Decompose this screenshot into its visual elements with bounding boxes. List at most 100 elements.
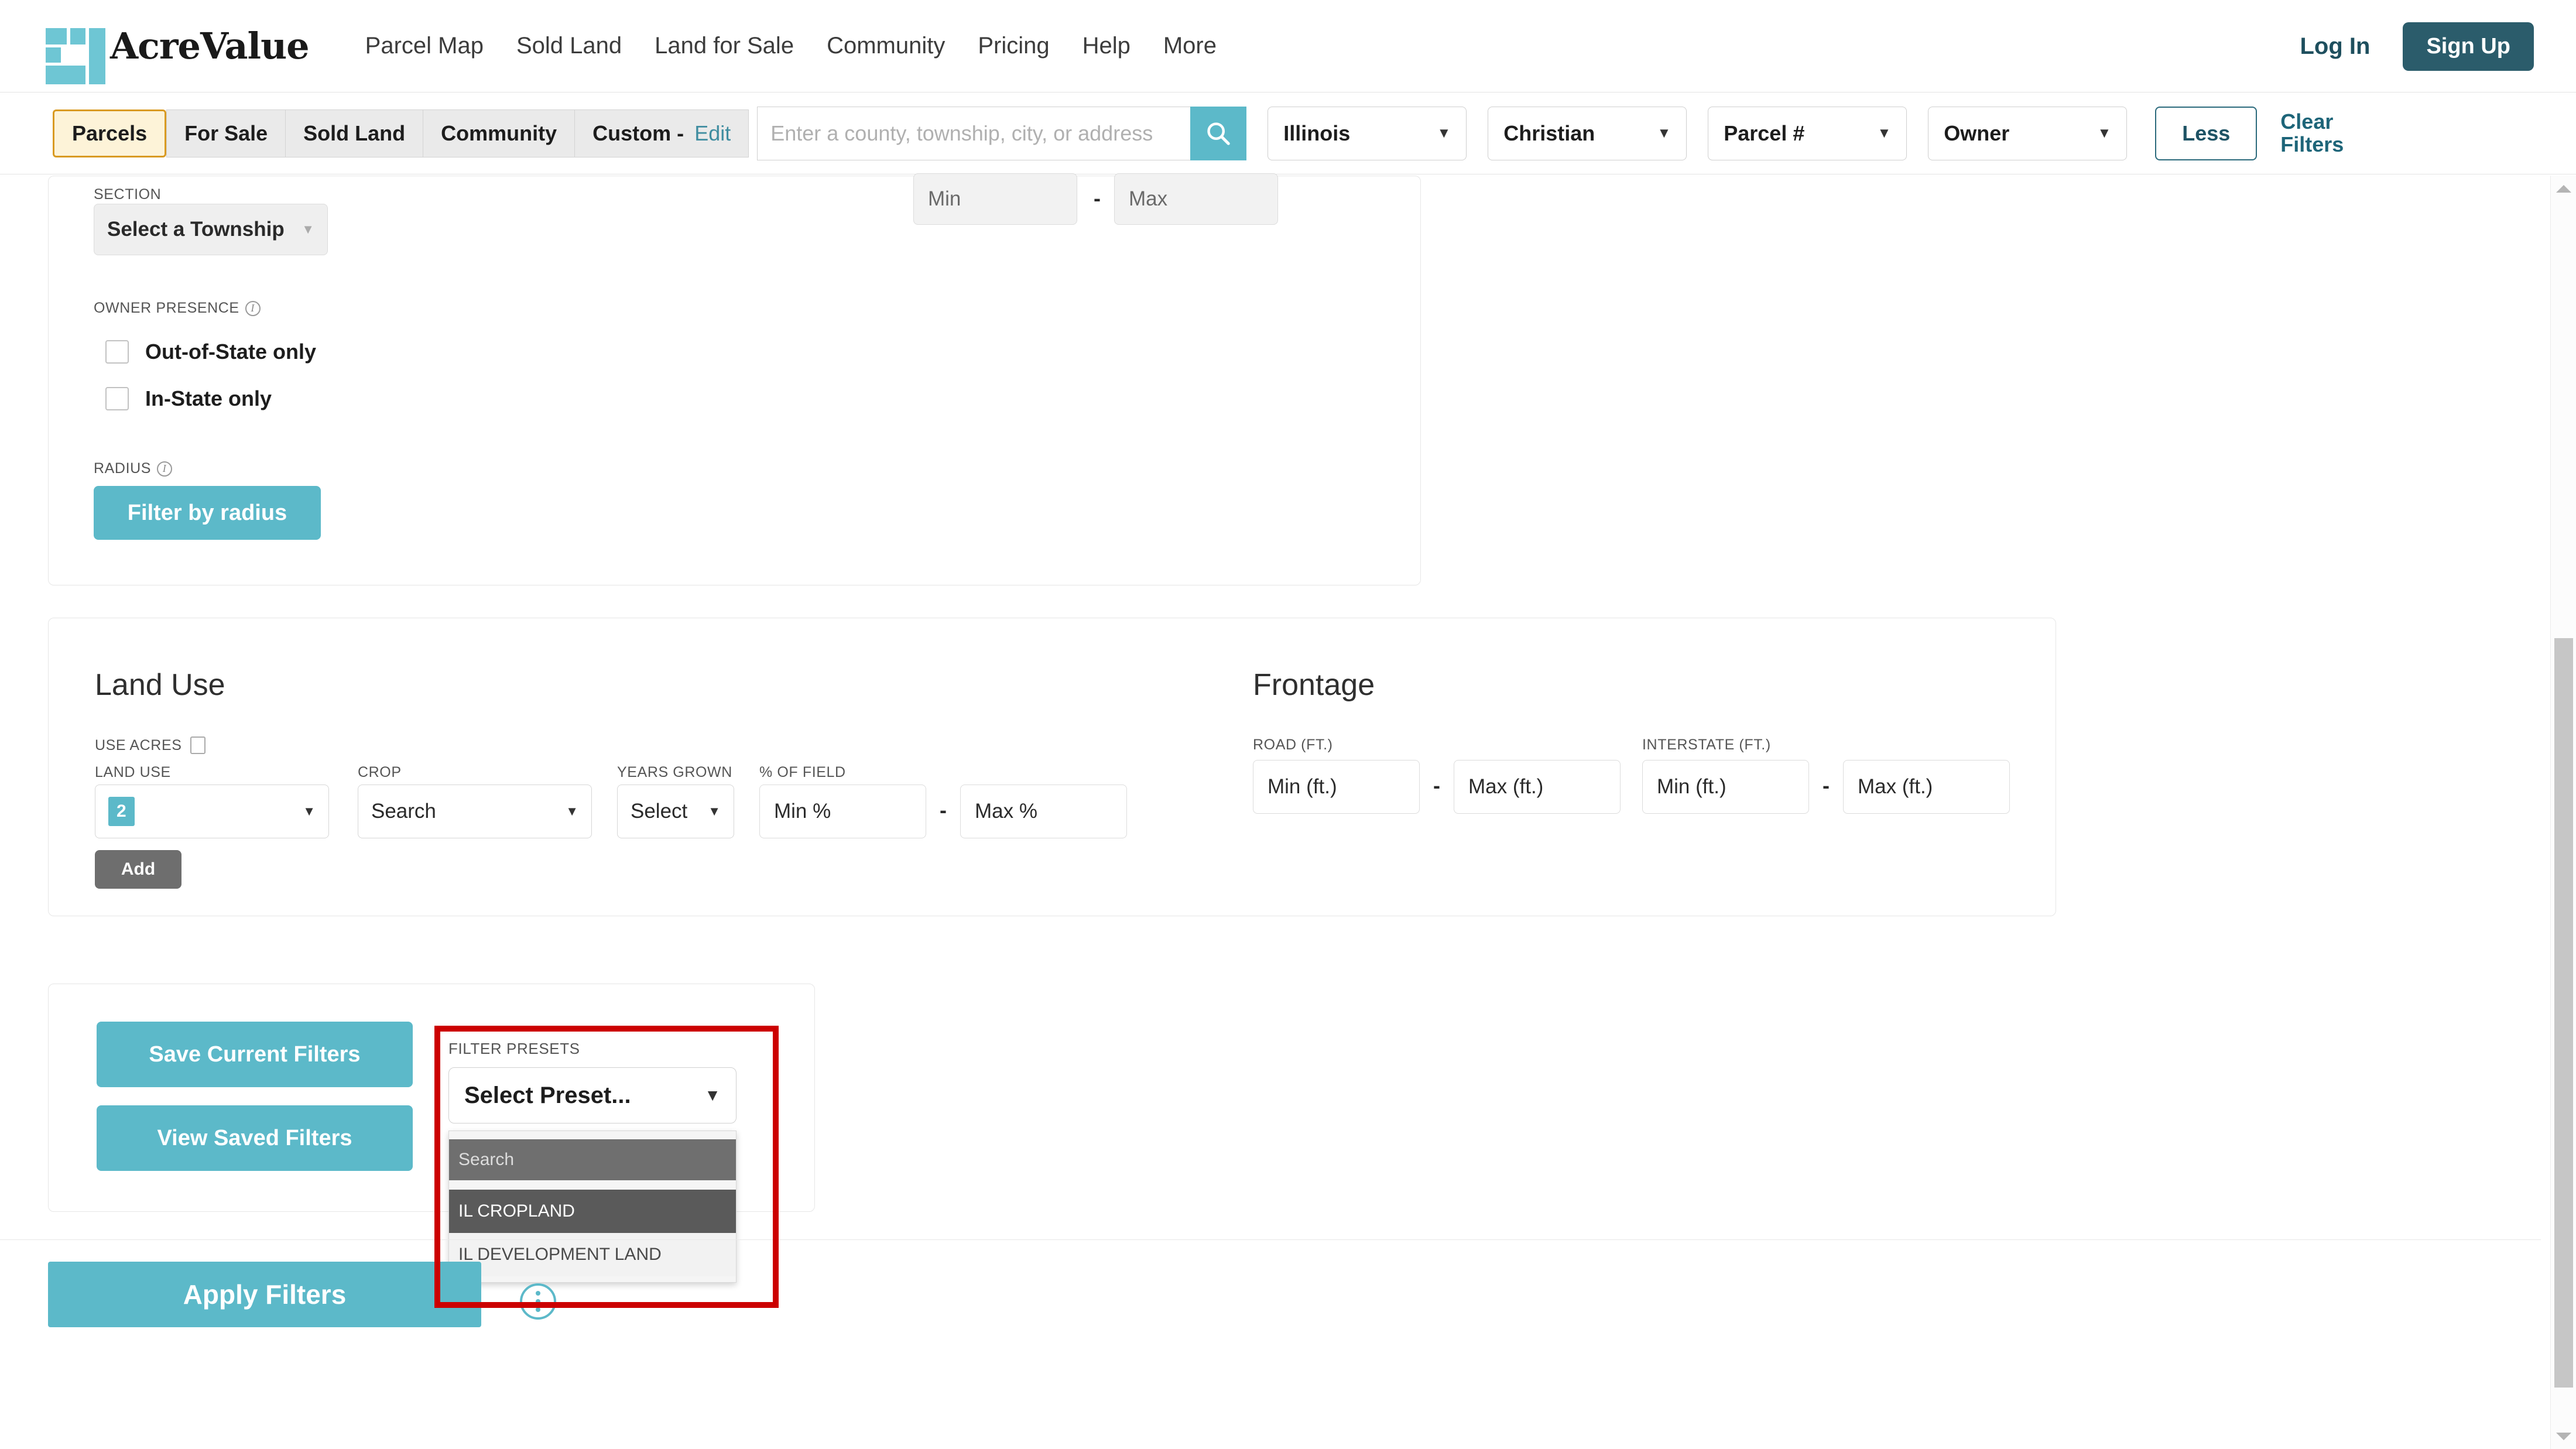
road-max-input[interactable] — [1454, 760, 1621, 814]
use-acres-row[interactable]: USE ACRES — [95, 737, 205, 754]
range-dash: - — [1094, 186, 1101, 210]
scrollbar-thumb[interactable] — [2554, 638, 2573, 1388]
interstate-ft-label: INTERSTATE (FT.) — [1642, 737, 1771, 753]
years-grown-col-label: YEARS GROWN — [617, 764, 732, 780]
nav-item-help[interactable]: Help — [1083, 33, 1131, 59]
chevron-down-icon: ▼ — [1437, 125, 1451, 141]
acrevalue-logo-icon — [46, 23, 105, 84]
info-icon[interactable]: i — [157, 461, 173, 477]
less-button[interactable]: Less — [2155, 106, 2258, 160]
crop-select-value: Search — [371, 800, 436, 823]
chevron-down-icon: ▼ — [2097, 125, 2112, 141]
range-max-input[interactable] — [1114, 173, 1278, 225]
add-land-use-button[interactable]: Add — [95, 850, 181, 889]
owner-dropdown[interactable]: Owner ▼ — [1928, 106, 2128, 160]
filter-tab-community[interactable]: Community — [423, 109, 575, 157]
scroll-down-button[interactable] — [2551, 1423, 2576, 1449]
filter-presets-selected-value: Select Preset... — [464, 1082, 631, 1108]
filter-tab-custom[interactable]: Custom - Edit — [574, 109, 749, 157]
clear-filters-button[interactable]: Clear Filters — [2280, 110, 2386, 156]
search-group — [757, 106, 1247, 160]
road-min-input[interactable] — [1253, 760, 1420, 814]
filter-presets-search-input[interactable] — [449, 1139, 736, 1180]
brand-name: AcreValue — [110, 25, 310, 67]
filter-presets-select[interactable]: Select Preset... ▼ — [448, 1067, 737, 1123]
search-icon — [1207, 122, 1230, 145]
years-grown-select[interactable]: Select ▼ — [617, 785, 734, 838]
chevron-down-icon: ▼ — [566, 804, 578, 818]
in-state-checkbox-row[interactable]: In-State only — [105, 386, 272, 411]
preset-option-il-cropland[interactable]: IL CROPLAND — [449, 1190, 736, 1233]
pct-dash: - — [940, 798, 947, 822]
chevron-down-icon: ▼ — [708, 804, 721, 818]
chevron-down-icon: ▼ — [302, 222, 314, 237]
custom-edit-link[interactable]: Edit — [694, 121, 731, 145]
land-use-title: Land Use — [95, 668, 225, 702]
in-state-label: In-State only — [145, 386, 272, 410]
interstate-min-input[interactable] — [1642, 760, 1809, 814]
view-saved-filters-button[interactable]: View Saved Filters — [97, 1105, 413, 1171]
interstate-dash: - — [1823, 773, 1830, 797]
filter-tab-group: Parcels For Sale Sold Land Community Cus… — [53, 109, 749, 157]
search-input[interactable] — [757, 106, 1191, 160]
county-dropdown-value: Christian — [1503, 121, 1595, 145]
road-dash: - — [1433, 773, 1440, 797]
filter-tab-sold-land[interactable]: Sold Land — [285, 109, 423, 157]
township-select[interactable]: Select a Township ▼ — [94, 204, 328, 255]
signup-button[interactable]: Sign Up — [2403, 22, 2534, 71]
in-state-checkbox[interactable] — [105, 387, 129, 410]
filter-presets-label: FILTER PRESETS — [448, 1040, 580, 1057]
nav-item-more[interactable]: More — [1163, 33, 1217, 59]
filter-toolbar: Parcels For Sale Sold Land Community Cus… — [0, 93, 2576, 174]
apply-filters-button[interactable]: Apply Filters — [48, 1262, 481, 1327]
crop-select[interactable]: Search ▼ — [358, 785, 592, 838]
scroll-up-button[interactable] — [2551, 176, 2576, 201]
filter-presets-group: FILTER PRESETS Select Preset... ▼ IL CRO… — [448, 1040, 765, 1283]
out-of-state-label: Out-of-State only — [145, 340, 316, 364]
custom-label: Custom - — [592, 121, 684, 145]
out-of-state-checkbox-row[interactable]: Out-of-State only — [105, 340, 316, 364]
search-button[interactable] — [1190, 106, 1247, 160]
nav-item-parcel-map[interactable]: Parcel Map — [365, 33, 484, 59]
crop-col-label: CROP — [358, 764, 402, 780]
main-nav: Parcel Map Sold Land Land for Sale Commu… — [365, 33, 1217, 59]
chevron-down-icon — [2556, 1432, 2571, 1440]
parcel-dropdown[interactable]: Parcel # ▼ — [1708, 106, 1907, 160]
range-min-input[interactable] — [913, 173, 1077, 225]
use-acres-checkbox[interactable] — [190, 737, 205, 754]
road-ft-label: ROAD (FT.) — [1253, 737, 1333, 753]
more-options-icon[interactable] — [520, 1283, 556, 1320]
owner-presence-label: OWNER PRESENCE i — [94, 300, 261, 317]
nav-item-land-for-sale[interactable]: Land for Sale — [655, 33, 794, 59]
footer-divider — [0, 1239, 2541, 1240]
header-actions: Log In Sign Up — [2300, 0, 2534, 93]
state-dropdown[interactable]: Illinois ▼ — [1268, 106, 1467, 160]
page-scrollbar[interactable] — [2550, 176, 2576, 1449]
frontage-title: Frontage — [1253, 668, 1375, 702]
land-use-select[interactable]: 2 ▼ — [95, 785, 329, 838]
out-of-state-checkbox[interactable] — [105, 340, 129, 364]
login-link[interactable]: Log In — [2300, 33, 2370, 60]
filter-tab-parcels[interactable]: Parcels — [53, 109, 167, 157]
section-label: SECTION — [94, 186, 162, 203]
parcel-dropdown-value: Parcel # — [1724, 121, 1805, 145]
nav-item-community[interactable]: Community — [827, 33, 945, 59]
interstate-max-input[interactable] — [1843, 760, 2010, 814]
max-pct-input[interactable] — [960, 785, 1127, 838]
county-dropdown[interactable]: Christian ▼ — [1488, 106, 1687, 160]
chevron-down-icon: ▼ — [1877, 125, 1892, 141]
chevron-down-icon: ▼ — [1657, 125, 1671, 141]
filter-tab-for-sale[interactable]: For Sale — [166, 109, 286, 157]
min-pct-input[interactable] — [759, 785, 926, 838]
filter-by-radius-button[interactable]: Filter by radius — [94, 486, 321, 540]
pct-of-field-col-label: % OF FIELD — [759, 764, 846, 780]
nav-item-sold-land[interactable]: Sold Land — [516, 33, 622, 59]
brand-logo[interactable]: AcreValue — [46, 23, 310, 84]
save-current-filters-button[interactable]: Save Current Filters — [97, 1022, 413, 1087]
info-icon[interactable]: i — [245, 300, 261, 316]
township-select-value: Select a Township — [107, 218, 285, 241]
chevron-down-icon: ▼ — [303, 804, 316, 818]
nav-item-pricing[interactable]: Pricing — [978, 33, 1049, 59]
chevron-up-icon — [2556, 184, 2571, 193]
filter-presets-menu: IL CROPLAND IL DEVELOPMENT LAND — [448, 1131, 737, 1283]
